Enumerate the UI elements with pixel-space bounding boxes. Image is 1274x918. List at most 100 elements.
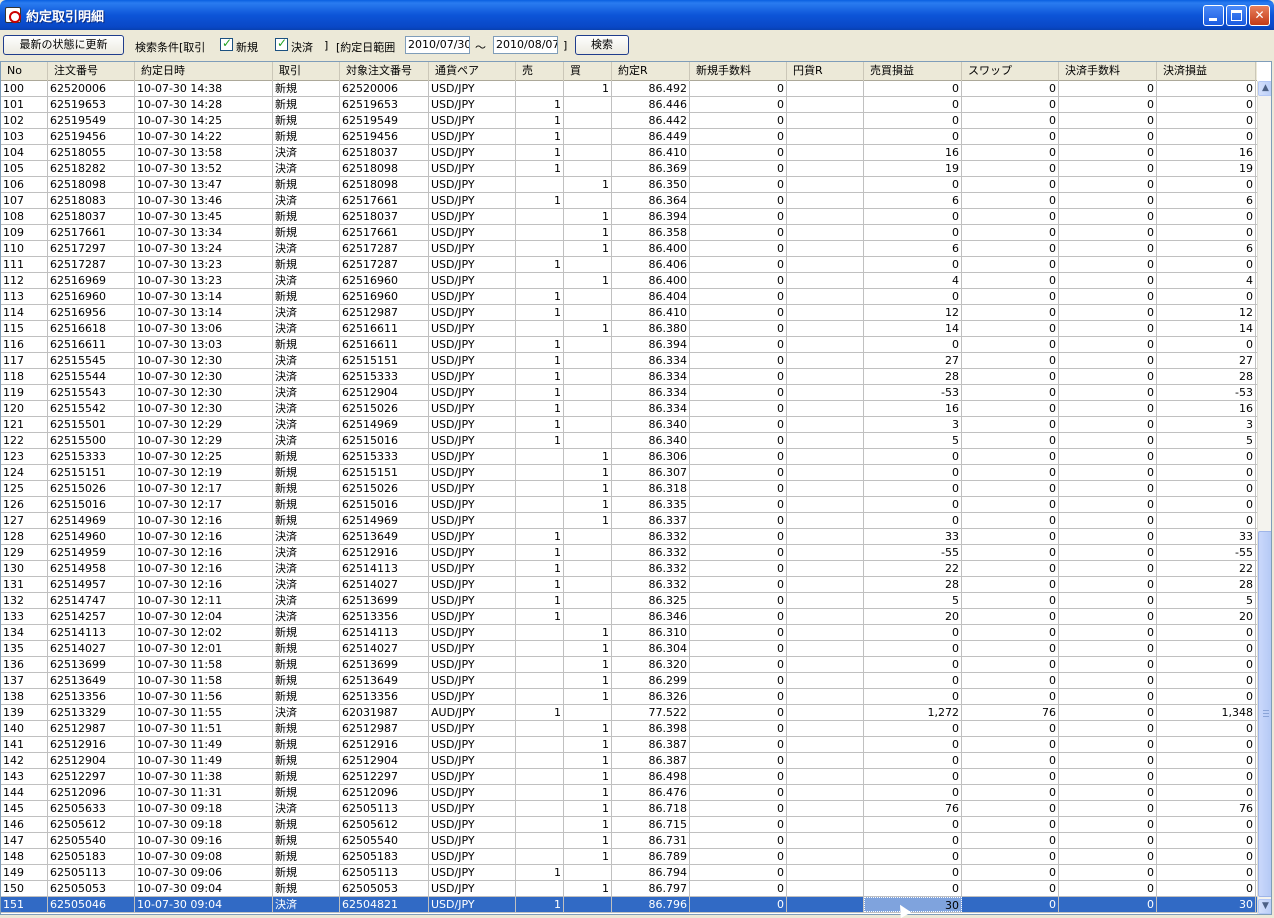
cell-order-no[interactable]: 62515016: [48, 497, 135, 512]
cell-swap[interactable]: 0: [962, 593, 1059, 608]
cell-exec-datetime[interactable]: 10-07-30 12:17: [135, 497, 273, 512]
cell-new-fee[interactable]: 0: [690, 897, 787, 912]
cell-settle-pl[interactable]: 6: [1157, 193, 1256, 208]
cell-settle-pl[interactable]: 0: [1157, 449, 1256, 464]
cell-no[interactable]: 144: [1, 785, 48, 800]
cell-trade-pl[interactable]: 0: [864, 497, 962, 512]
cell-exec-datetime[interactable]: 10-07-30 13:23: [135, 257, 273, 272]
cell-trade-type[interactable]: 決済: [273, 897, 340, 912]
cell-yen-rate[interactable]: [787, 737, 864, 752]
column-header-exec-datetime[interactable]: 約定日時: [135, 62, 273, 81]
cell-settle-pl[interactable]: 5: [1157, 433, 1256, 448]
cell-exec-rate[interactable]: 86.404: [612, 289, 690, 304]
cell-new-fee[interactable]: 0: [690, 257, 787, 272]
cell-target-order-no[interactable]: 62518037: [340, 209, 429, 224]
cell-yen-rate[interactable]: [787, 193, 864, 208]
table-row[interactable]: 112 62516969 10-07-30 13:23 決済 62516960 USD/J…: [1, 273, 1257, 289]
column-header-trade-pl[interactable]: 売買損益: [864, 62, 962, 81]
cell-settle-fee[interactable]: 0: [1059, 449, 1157, 464]
cell-trade-pl[interactable]: 4: [864, 273, 962, 288]
cell-settle-fee[interactable]: 0: [1059, 721, 1157, 736]
cell-exec-datetime[interactable]: 10-07-30 13:14: [135, 289, 273, 304]
date-to-input[interactable]: 2010/08/07: [493, 36, 558, 54]
cell-swap[interactable]: 0: [962, 289, 1059, 304]
cell-trade-type[interactable]: 新規: [273, 753, 340, 768]
cell-order-no[interactable]: 62512904: [48, 753, 135, 768]
cell-trade-pl[interactable]: 6: [864, 193, 962, 208]
cell-swap[interactable]: 0: [962, 353, 1059, 368]
cell-settle-fee[interactable]: 0: [1059, 769, 1157, 784]
cell-no[interactable]: 151: [1, 897, 48, 912]
cell-settle-fee[interactable]: 0: [1059, 337, 1157, 352]
table-row[interactable]: 139 62513329 10-07-30 11:55 決済 62031987 AUD/J…: [1, 705, 1257, 721]
cell-currency-pair[interactable]: USD/JPY: [429, 481, 516, 496]
cell-swap[interactable]: 0: [962, 753, 1059, 768]
cell-yen-rate[interactable]: [787, 705, 864, 720]
table-row[interactable]: 136 62513699 10-07-30 11:58 新規 62513699 USD/J…: [1, 657, 1257, 673]
cell-trade-pl[interactable]: 33: [864, 529, 962, 544]
cell-no[interactable]: 111: [1, 257, 48, 272]
cell-settle-pl[interactable]: 0: [1157, 625, 1256, 640]
cell-sell[interactable]: [516, 753, 564, 768]
cell-settle-fee[interactable]: 0: [1059, 289, 1157, 304]
cell-new-fee[interactable]: 0: [690, 481, 787, 496]
cell-new-fee[interactable]: 0: [690, 881, 787, 896]
cell-sell[interactable]: 1: [516, 561, 564, 576]
cell-new-fee[interactable]: 0: [690, 753, 787, 768]
cell-trade-pl[interactable]: 0: [864, 833, 962, 848]
cell-sell[interactable]: 1: [516, 353, 564, 368]
cell-swap[interactable]: 0: [962, 321, 1059, 336]
cell-settle-fee[interactable]: 0: [1059, 849, 1157, 864]
cell-swap[interactable]: 0: [962, 417, 1059, 432]
cell-settle-pl[interactable]: 0: [1157, 97, 1256, 112]
cell-exec-rate[interactable]: 86.731: [612, 833, 690, 848]
cell-target-order-no[interactable]: 62513649: [340, 529, 429, 544]
cell-new-fee[interactable]: 0: [690, 625, 787, 640]
cell-exec-rate[interactable]: 86.718: [612, 801, 690, 816]
cell-sell[interactable]: 1: [516, 417, 564, 432]
cell-buy[interactable]: [564, 593, 612, 608]
cell-settle-pl[interactable]: 19: [1157, 161, 1256, 176]
cell-order-no[interactable]: 62517297: [48, 241, 135, 256]
cell-target-order-no[interactable]: 62515016: [340, 433, 429, 448]
cell-exec-datetime[interactable]: 10-07-30 13:03: [135, 337, 273, 352]
cell-order-no[interactable]: 62513356: [48, 689, 135, 704]
cell-exec-datetime[interactable]: 10-07-30 14:22: [135, 129, 273, 144]
cell-sell[interactable]: 1: [516, 705, 564, 720]
table-row[interactable]: 148 62505183 10-07-30 09:08 新規 62505183 USD/J…: [1, 849, 1257, 865]
cell-settle-fee[interactable]: 0: [1059, 113, 1157, 128]
cell-buy[interactable]: 1: [564, 481, 612, 496]
cell-buy[interactable]: 1: [564, 625, 612, 640]
cell-no[interactable]: 105: [1, 161, 48, 176]
cell-order-no[interactable]: 62505540: [48, 833, 135, 848]
cell-trade-pl[interactable]: 0: [864, 769, 962, 784]
table-row[interactable]: 144 62512096 10-07-30 11:31 新規 62512096 USD/J…: [1, 785, 1257, 801]
cell-no[interactable]: 136: [1, 657, 48, 672]
cell-no[interactable]: 101: [1, 97, 48, 112]
cell-buy[interactable]: [564, 577, 612, 592]
cell-trade-pl[interactable]: 0: [864, 257, 962, 272]
cell-yen-rate[interactable]: [787, 433, 864, 448]
cell-trade-type[interactable]: 決済: [273, 609, 340, 624]
cell-no[interactable]: 149: [1, 865, 48, 880]
cell-exec-datetime[interactable]: 10-07-30 12:30: [135, 353, 273, 368]
cell-exec-datetime[interactable]: 10-07-30 09:04: [135, 881, 273, 896]
cell-new-fee[interactable]: 0: [690, 545, 787, 560]
cell-trade-pl[interactable]: 27: [864, 353, 962, 368]
cell-swap[interactable]: 0: [962, 177, 1059, 192]
cell-settle-pl[interactable]: 0: [1157, 881, 1256, 896]
cell-target-order-no[interactable]: 62512904: [340, 753, 429, 768]
cell-sell[interactable]: [516, 625, 564, 640]
cell-new-fee[interactable]: 0: [690, 225, 787, 240]
cell-exec-datetime[interactable]: 10-07-30 12:17: [135, 481, 273, 496]
cell-yen-rate[interactable]: [787, 577, 864, 592]
cell-settle-pl[interactable]: 27: [1157, 353, 1256, 368]
cell-yen-rate[interactable]: [787, 481, 864, 496]
cell-exec-datetime[interactable]: 10-07-30 11:31: [135, 785, 273, 800]
cell-buy[interactable]: 1: [564, 497, 612, 512]
cell-new-fee[interactable]: 0: [690, 657, 787, 672]
cell-no[interactable]: 115: [1, 321, 48, 336]
cell-buy[interactable]: [564, 401, 612, 416]
cell-currency-pair[interactable]: USD/JPY: [429, 193, 516, 208]
cell-target-order-no[interactable]: 62515333: [340, 369, 429, 384]
